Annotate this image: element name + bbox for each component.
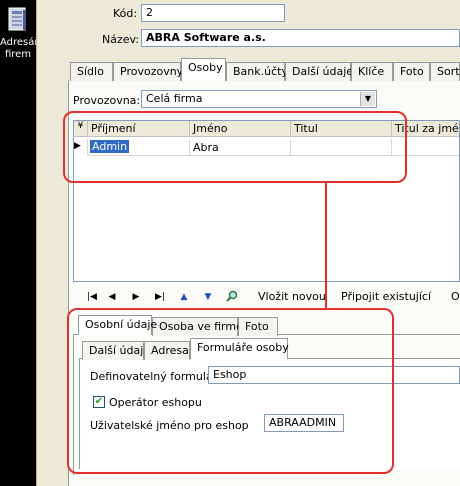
table-cell-titul-za[interactable] bbox=[392, 139, 459, 156]
persons-grid[interactable]: ¥ Příjmení Jméno Titul Titul za jménem ▶… bbox=[73, 120, 460, 282]
row-indicator-icon: ▶ bbox=[74, 139, 88, 156]
tab-sub-dalsi-udaje[interactable]: Další údaje bbox=[82, 341, 150, 360]
tab-osoby[interactable]: Osoby bbox=[181, 58, 226, 81]
move-up-icon[interactable]: ▲ bbox=[176, 290, 192, 304]
next-record-icon[interactable]: ▶ bbox=[128, 290, 144, 304]
highlight-connector bbox=[325, 182, 327, 310]
code-label: Kód: bbox=[113, 7, 138, 20]
search-icon[interactable] bbox=[224, 290, 240, 304]
checkmark-icon[interactable]: ✔ bbox=[93, 396, 105, 408]
selected-cell-text[interactable]: Admin bbox=[88, 139, 131, 154]
chevron-down-icon[interactable]: ▼ bbox=[360, 92, 375, 106]
username-label: Uživatelské jméno pro eshop bbox=[90, 419, 249, 432]
tab-foto[interactable]: Foto bbox=[393, 62, 430, 81]
splitter bbox=[36, 0, 61, 486]
tab-osobni-udaje[interactable]: Osobní údaje bbox=[78, 315, 157, 335]
provozovna-label: Provozovna: bbox=[73, 94, 141, 107]
username-field[interactable]: ABRAADMIN bbox=[264, 414, 344, 432]
tab-klice[interactable]: Klíče bbox=[351, 62, 393, 81]
tab-sidlo[interactable]: Sídlo bbox=[70, 62, 113, 81]
tab-lower-foto[interactable]: Foto bbox=[238, 317, 278, 336]
left-launcher-bar: Adresář firem bbox=[0, 0, 39, 486]
prev-record-icon[interactable]: ◀ bbox=[104, 290, 120, 304]
provozovna-value: Celá firma bbox=[146, 92, 203, 105]
first-record-icon[interactable]: |◀ bbox=[84, 290, 100, 304]
tab-sub-formulare-osoby[interactable]: Formuláře osoby bbox=[190, 338, 289, 359]
definable-form-field[interactable]: Eshop bbox=[208, 366, 460, 384]
address-book-icon[interactable] bbox=[6, 6, 30, 34]
column-header-titul[interactable]: Titul bbox=[291, 121, 392, 137]
name-label: Název: bbox=[102, 33, 140, 46]
move-down-icon[interactable]: ▼ bbox=[200, 290, 216, 304]
operator-label[interactable]: Operátor eshopu bbox=[109, 396, 202, 409]
launcher-label[interactable]: Adresář firem bbox=[0, 37, 39, 61]
column-header-titul-za[interactable]: Titul za jménem bbox=[392, 121, 459, 137]
definable-form-label: Definovatelný formulář: bbox=[90, 370, 221, 383]
tab-sub-adresa[interactable]: Adresa bbox=[144, 341, 190, 360]
tab-provozovny[interactable]: Provozovny bbox=[113, 62, 183, 81]
table-cell-jmeno[interactable]: Abra bbox=[190, 139, 291, 156]
last-record-icon[interactable]: ▶| bbox=[152, 290, 168, 304]
tab-dalsi-udaje[interactable]: Další údaje bbox=[285, 62, 353, 81]
insert-new-button[interactable]: Vložit novou bbox=[258, 290, 326, 303]
tab-sortiment[interactable]: Sorti bbox=[430, 62, 460, 81]
code-field[interactable]: 2 bbox=[141, 4, 285, 22]
column-chooser-icon[interactable]: ¥ bbox=[74, 121, 88, 137]
tab-bank-ucty[interactable]: Bank.účty bbox=[226, 62, 288, 81]
provozovna-select[interactable]: Celá firma ▼ bbox=[141, 90, 377, 108]
attach-existing-button[interactable]: Připojit existující bbox=[341, 290, 431, 303]
table-cell-prijmeni[interactable]: Admin bbox=[88, 139, 190, 156]
column-header-jmeno[interactable]: Jméno bbox=[190, 121, 291, 137]
tab-osoba-ve-firme[interactable]: Osoba ve firmě bbox=[152, 317, 243, 336]
table-cell-titul[interactable] bbox=[291, 139, 392, 156]
more-button[interactable]: O bbox=[451, 290, 460, 303]
column-header-prijmeni[interactable]: Příjmení bbox=[88, 121, 190, 137]
name-field[interactable]: ABRA Software a.s. bbox=[141, 29, 460, 47]
